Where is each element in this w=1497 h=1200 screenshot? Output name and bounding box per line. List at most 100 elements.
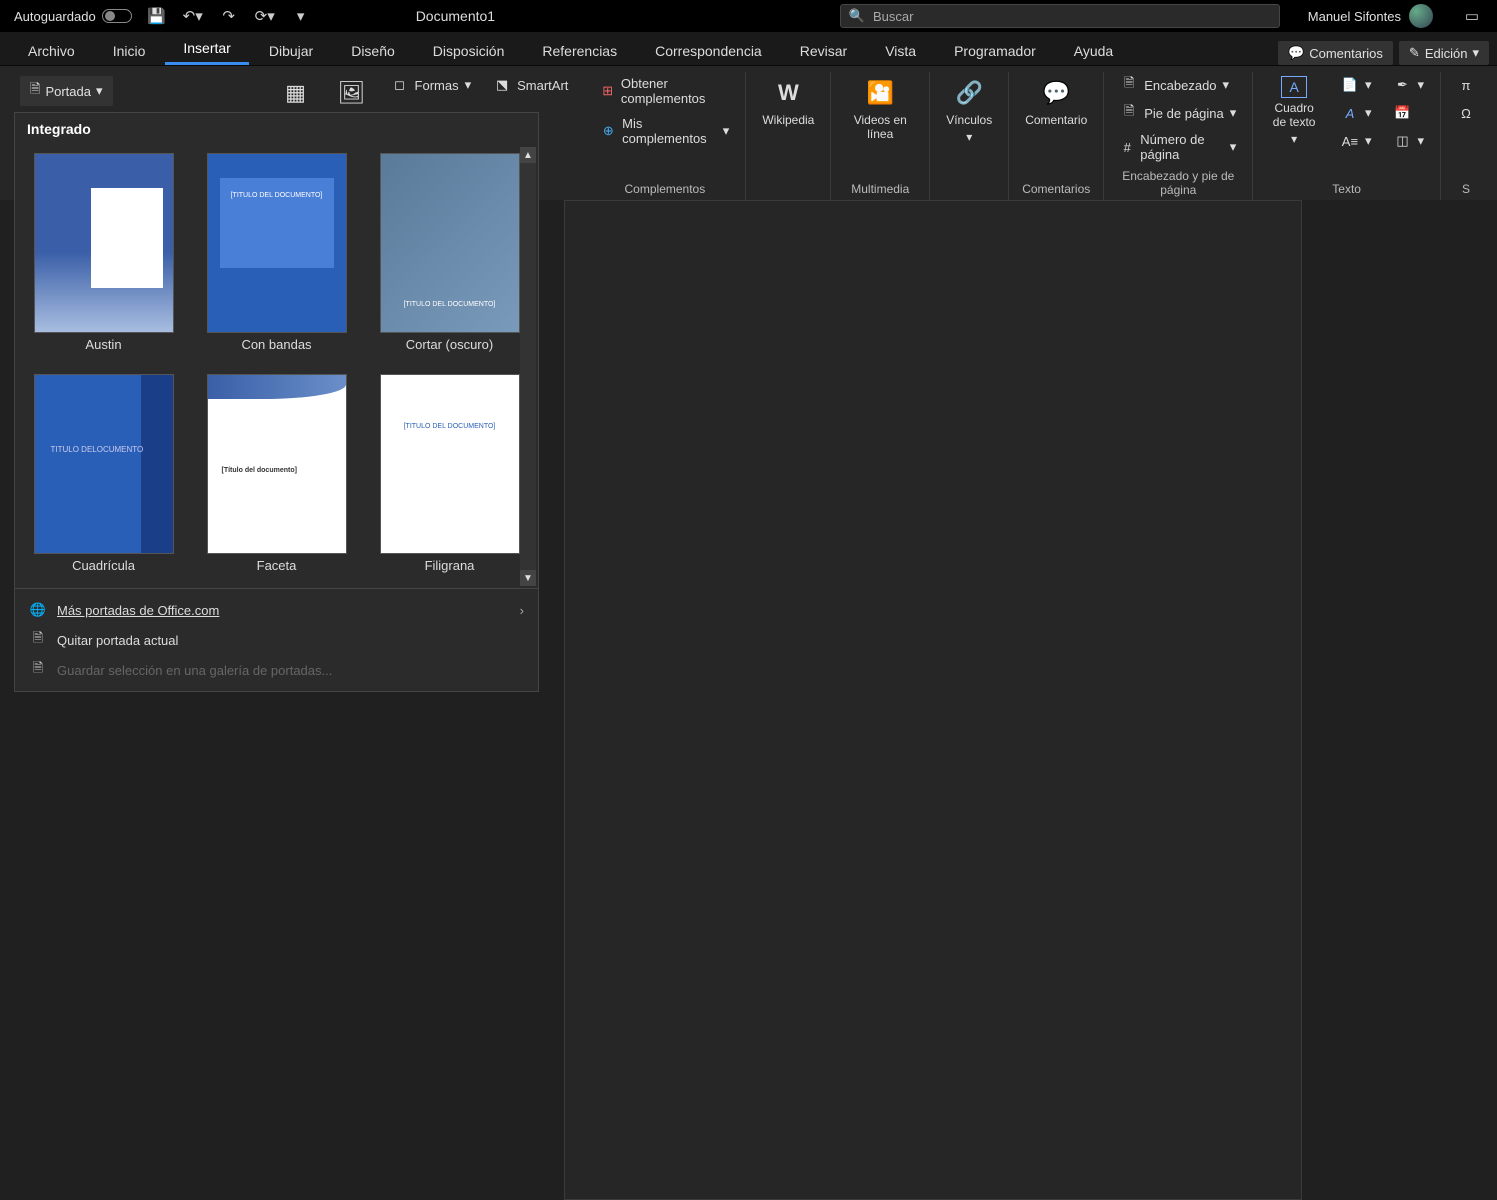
sync-icon[interactable]: ⟳▾ xyxy=(254,5,276,27)
user-account[interactable]: Manuel Sifontes xyxy=(1308,4,1433,28)
tab-archivo[interactable]: Archivo xyxy=(10,35,93,65)
portada-dropdown: Integrado Austin Con bandas Cortar (oscu… xyxy=(14,112,539,692)
comment-button[interactable]: 💬Comentario xyxy=(1019,72,1093,131)
search-icon: 🔍 xyxy=(849,8,865,24)
cover-faceta[interactable]: Faceta xyxy=(200,374,353,581)
window-mode-icon[interactable]: ▭ xyxy=(1461,5,1483,27)
cover-thumb xyxy=(380,153,520,333)
comment-icon: 💬 xyxy=(1288,45,1304,61)
symbol-button[interactable]: Ω xyxy=(1451,100,1481,126)
tab-dibujar[interactable]: Dibujar xyxy=(251,35,331,65)
dropcap-button[interactable]: A≡▾ xyxy=(1335,128,1378,154)
ribbon-tabs: Archivo Inicio Insertar Dibujar Diseño D… xyxy=(0,32,1497,66)
link-icon: 🔗 xyxy=(952,76,986,110)
shapes-button[interactable]: ◻Formas▾ xyxy=(385,72,478,98)
footer-icon: 🗎 xyxy=(1120,104,1138,122)
scroll-up-icon[interactable]: ▲ xyxy=(520,147,536,163)
cover-filigrana[interactable]: Filigrana xyxy=(373,374,526,581)
links-button[interactable]: 🔗Vínculos▾ xyxy=(940,72,998,148)
equation-button[interactable]: π xyxy=(1451,72,1481,98)
datetime-button[interactable]: 📅 xyxy=(1387,100,1430,126)
object-button[interactable]: ◫▾ xyxy=(1387,128,1430,154)
group-comentarios-label: Comentarios xyxy=(1019,179,1093,202)
tab-programador[interactable]: Programador xyxy=(936,35,1054,65)
comment-bubble-icon: 💬 xyxy=(1039,76,1073,110)
table-icon: ▦ xyxy=(279,76,313,110)
group-multimedia-label: Multimedia xyxy=(841,179,919,202)
autosave-toggle[interactable]: Autoguardado xyxy=(14,9,132,24)
table-button[interactable]: ▦ xyxy=(273,72,319,114)
redo-icon[interactable]: ↷ xyxy=(218,5,240,27)
chevron-down-icon: ▾ xyxy=(1230,139,1237,155)
cover-austin[interactable]: Austin xyxy=(27,153,180,360)
search-input[interactable]: 🔍 Buscar xyxy=(840,4,1280,28)
chevron-right-icon: › xyxy=(520,603,524,618)
video-icon: 🎦 xyxy=(863,76,897,110)
cover-thumb xyxy=(380,374,520,554)
avatar xyxy=(1409,4,1433,28)
portada-button[interactable]: 🗎 Portada ▾ xyxy=(20,76,113,106)
wordart-button[interactable]: A▾ xyxy=(1335,100,1378,126)
cover-thumb xyxy=(207,153,347,333)
signature-button[interactable]: ✒▾ xyxy=(1387,72,1430,98)
pencil-icon: ✎ xyxy=(1409,45,1420,61)
remove-cover[interactable]: 🗎 Quitar portada actual xyxy=(15,625,538,655)
parts-icon: 📄 xyxy=(1341,76,1359,94)
tab-correspondencia[interactable]: Correspondencia xyxy=(637,35,780,65)
page[interactable] xyxy=(564,200,1302,1200)
save-to-gallery: 🗎 Guardar selección en una galería de po… xyxy=(15,655,538,685)
chevron-down-icon: ▾ xyxy=(966,130,972,144)
globe-icon: 🌐 xyxy=(29,601,47,619)
toggle-switch-icon[interactable] xyxy=(102,9,132,23)
pi-icon: π xyxy=(1457,76,1475,94)
cover-con-bandas[interactable]: Con bandas xyxy=(200,153,353,360)
save-icon[interactable]: 💾 xyxy=(146,5,168,27)
portada-label: Portada xyxy=(45,84,91,99)
dropcap-icon: A≡ xyxy=(1341,132,1359,150)
cover-cuadricula[interactable]: Cuadrícula xyxy=(27,374,180,581)
omega-icon: Ω xyxy=(1457,104,1475,122)
chevron-down-icon: ▾ xyxy=(723,123,730,139)
get-addins-button[interactable]: ⊞Obtener complementos xyxy=(594,72,735,110)
page-number-button[interactable]: #Número de página▾ xyxy=(1114,128,1242,166)
cover-cortar-oscuro[interactable]: Cortar (oscuro) xyxy=(373,153,526,360)
addins-icon: ⊞ xyxy=(600,82,614,100)
comments-button[interactable]: 💬 Comentarios xyxy=(1278,41,1393,65)
page-icon: 🗎 xyxy=(30,80,40,102)
wikipedia-button[interactable]: WWikipedia xyxy=(756,72,820,131)
chevron-down-icon: ▾ xyxy=(465,77,472,93)
header-button[interactable]: 🗎Encabezado▾ xyxy=(1114,72,1242,98)
gallery-scrollbar[interactable]: ▲ ▼ xyxy=(520,147,536,586)
object-icon: ◫ xyxy=(1393,132,1411,150)
chevron-down-icon: ▾ xyxy=(1223,77,1230,93)
my-addins-icon: ⊕ xyxy=(600,122,616,140)
online-video-button[interactable]: 🎦Videos en línea xyxy=(841,72,919,145)
signature-icon: ✒ xyxy=(1393,76,1411,94)
overflow-icon[interactable]: ▾ xyxy=(290,5,312,27)
tab-ayuda[interactable]: Ayuda xyxy=(1056,35,1131,65)
tab-revisar[interactable]: Revisar xyxy=(782,35,865,65)
my-addins-button[interactable]: ⊕Mis complementos▾ xyxy=(594,112,735,150)
autosave-label: Autoguardado xyxy=(14,9,96,24)
tab-insertar[interactable]: Insertar xyxy=(165,32,248,65)
tab-referencias[interactable]: Referencias xyxy=(524,35,635,65)
footer-button[interactable]: 🗎Pie de página▾ xyxy=(1114,100,1242,126)
undo-icon[interactable]: ↶▾ xyxy=(182,5,204,27)
textbox-icon: A xyxy=(1281,76,1307,98)
cover-thumb xyxy=(34,153,174,333)
title-bar: Autoguardado 💾 ↶▾ ↷ ⟳▾ ▾ Documento1 🔍 Bu… xyxy=(0,0,1497,32)
tab-inicio[interactable]: Inicio xyxy=(95,35,164,65)
tab-vista[interactable]: Vista xyxy=(867,35,934,65)
textbox-button[interactable]: ACuadro de texto▾ xyxy=(1263,72,1325,150)
more-covers-office[interactable]: 🌐 Más portadas de Office.com › xyxy=(15,595,538,625)
group-symbols-label: S xyxy=(1451,179,1481,202)
edit-mode-button[interactable]: ✎ Edición ▾ xyxy=(1399,41,1489,65)
tab-diseno[interactable]: Diseño xyxy=(333,35,413,65)
smartart-button[interactable]: ⬔SmartArt xyxy=(487,72,574,98)
pictures-button[interactable]: 🖼 xyxy=(329,72,375,114)
quick-parts-button[interactable]: 📄▾ xyxy=(1335,72,1378,98)
chevron-down-icon: ▾ xyxy=(1472,45,1479,61)
user-name: Manuel Sifontes xyxy=(1308,9,1401,24)
scroll-down-icon[interactable]: ▼ xyxy=(520,570,536,586)
tab-disposicion[interactable]: Disposición xyxy=(415,35,523,65)
